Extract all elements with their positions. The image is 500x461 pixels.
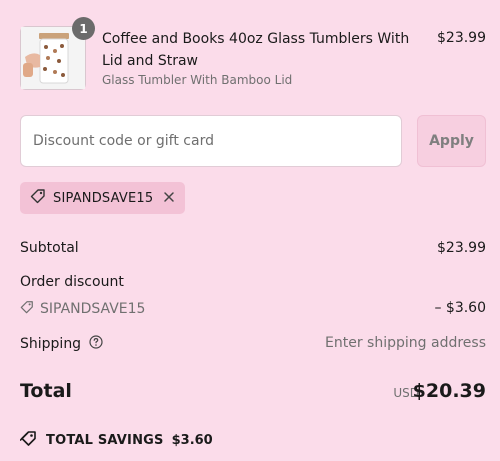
total-savings-label: TOTAL SAVINGS	[46, 432, 164, 448]
help-circle-icon[interactable]	[89, 335, 103, 353]
applied-discount-code: SIPANDSAVE15	[53, 190, 154, 206]
shipping-value: Enter shipping address	[325, 335, 486, 351]
subtotal-value: $23.99	[437, 240, 486, 256]
order-discount-value: – $3.60	[434, 300, 486, 316]
quantity-badge: 1	[72, 17, 95, 40]
total-label: Total	[20, 380, 72, 402]
total-savings-value: $3.60	[171, 432, 213, 448]
savings-tag-icon	[19, 430, 38, 450]
shipping-row-label: Shipping	[20, 335, 103, 353]
product-variant: Glass Tumbler With Bamboo Lid	[102, 73, 293, 87]
shipping-label: Shipping	[20, 336, 82, 352]
total-savings-row: TOTAL SAVINGS $3.60	[19, 430, 213, 450]
product-title: Coffee and Books 40oz Glass Tumblers Wit…	[102, 31, 410, 69]
applied-discount-chip: SIPANDSAVE15	[20, 182, 185, 214]
discount-code-input[interactable]: Discount code or gift card	[20, 115, 402, 167]
product-price: $23.99	[437, 30, 486, 46]
discount-code-placeholder: Discount code or gift card	[33, 133, 214, 149]
order-discount-label: Order discount	[20, 274, 124, 290]
subtotal-label: Subtotal	[20, 240, 79, 256]
order-discount-code-row: SIPANDSAVE15	[20, 300, 145, 318]
order-discount-code: SIPANDSAVE15	[40, 301, 146, 317]
close-icon[interactable]	[163, 190, 175, 206]
apply-discount-button[interactable]: Apply	[417, 115, 486, 167]
tag-icon	[30, 188, 46, 208]
tag-icon	[20, 300, 34, 318]
total-value: $20.39	[412, 380, 486, 402]
